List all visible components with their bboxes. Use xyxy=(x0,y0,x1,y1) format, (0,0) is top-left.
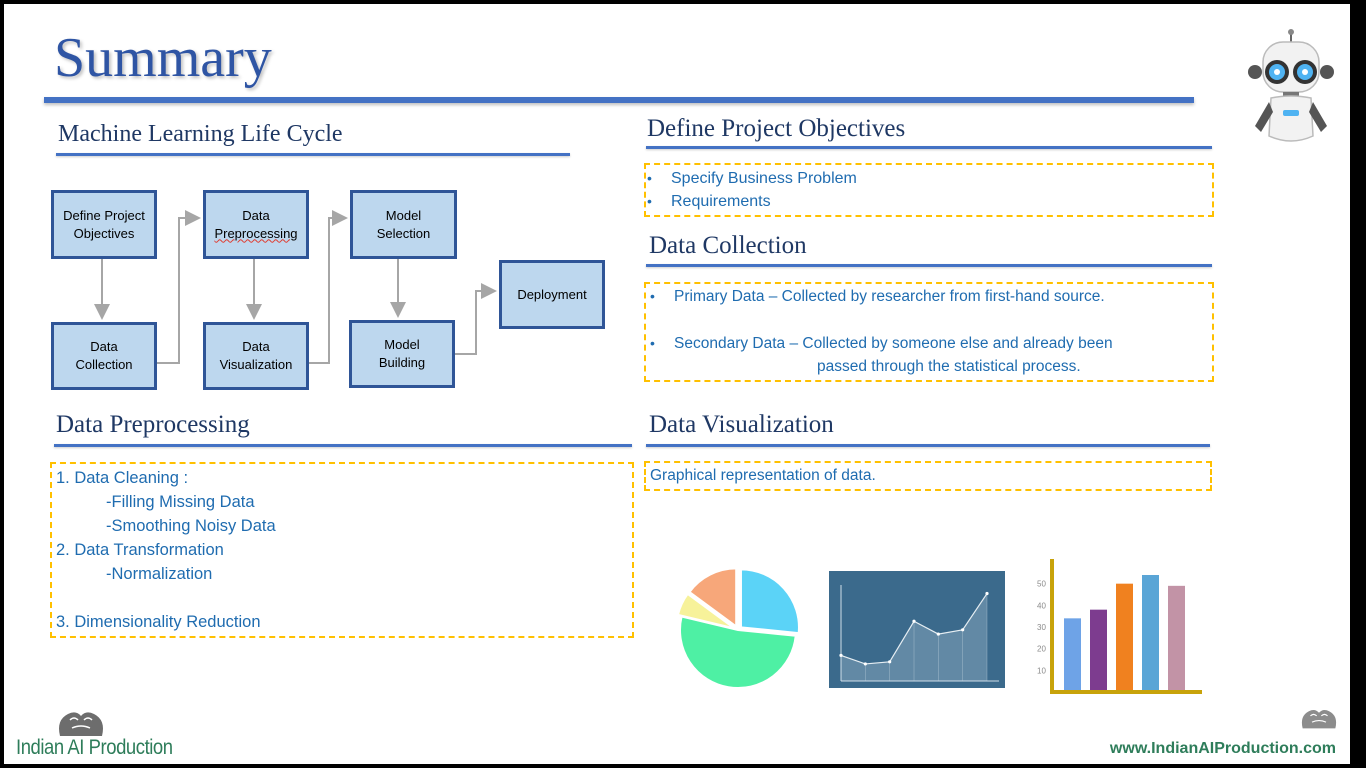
arrow-building-to-deployment xyxy=(455,283,497,355)
area-point xyxy=(888,660,892,664)
step-define-objectives: Define Project Objectives xyxy=(51,190,157,259)
bar-chart-tick-label: 50 xyxy=(1037,580,1046,589)
step-model-selection-label: Model Selection xyxy=(376,207,431,241)
step-data-preprocessing: Data Preprocessing xyxy=(203,190,309,259)
preprocessing-line: -Smoothing Noisy Data xyxy=(106,517,276,535)
bar-chart-tick-label: 20 xyxy=(1037,645,1046,654)
bar-chart-tick-label: 40 xyxy=(1037,601,1046,610)
step-define-objectives-label: Define Project Objectives xyxy=(63,207,145,241)
bullet-icon: • xyxy=(650,335,655,351)
step-deployment-label: Deployment xyxy=(517,286,587,302)
area-point xyxy=(912,619,916,623)
step-data-collection: Data Collection xyxy=(51,322,157,390)
preprocessing-line: 2. Data Transformation xyxy=(56,541,224,559)
objective-item: Requirements xyxy=(671,193,771,210)
step-data-collection-label: Data Collection xyxy=(75,339,133,372)
primary-data-text: Primary Data – Collected by researcher f… xyxy=(674,288,1105,305)
preprocessing-line: -Filling Missing Data xyxy=(106,493,255,511)
preprocessing-line: -Normalization xyxy=(106,565,213,583)
bullet-icon: • xyxy=(647,170,652,186)
secondary-data-text-line1: Secondary Data – Collected by someone el… xyxy=(674,335,1113,352)
footer-website: www.IndianAIProduction.com xyxy=(1109,740,1336,757)
arrow-visualization-to-selection xyxy=(309,210,348,364)
visualization-heading: Data Visualization xyxy=(649,411,834,438)
step-model-selection: Model Selection xyxy=(350,190,457,259)
step-data-visualization: Data Visualization xyxy=(203,322,309,390)
bar xyxy=(1168,585,1185,690)
step-model-building: Model Building xyxy=(349,320,455,388)
objective-item: Specify Business Problem xyxy=(671,170,857,187)
bar xyxy=(1116,583,1133,690)
area-chart xyxy=(829,571,1005,688)
area-point xyxy=(961,628,965,632)
brain-head-logo-icon xyxy=(1301,709,1337,729)
objectives-heading-rule xyxy=(646,146,1212,149)
preprocessing-heading-rule xyxy=(54,444,632,447)
pie-chart xyxy=(676,567,800,689)
secondary-data-text-line2: passed through the statistical process. xyxy=(817,358,1081,375)
visualization-heading-rule xyxy=(646,444,1210,447)
preprocessing-line: 3. Dimensionality Reduction xyxy=(56,613,261,631)
bar-chart-tick-label: 10 xyxy=(1037,666,1046,675)
step-model-building-label: Model Building xyxy=(378,337,426,370)
pie-slice xyxy=(739,568,800,635)
objectives-heading: Define Project Objectives xyxy=(647,115,906,142)
area-point xyxy=(863,662,867,666)
area-point xyxy=(985,591,989,596)
area-point xyxy=(839,653,843,657)
bar-chart-tick-label: 30 xyxy=(1037,623,1046,632)
step-data-preprocessing-label-1: Data xyxy=(242,207,270,223)
collection-heading: Data Collection xyxy=(649,232,807,259)
step-deployment: Deployment xyxy=(499,260,605,329)
robot-mascot-icon xyxy=(1248,29,1334,142)
bar xyxy=(1064,618,1081,690)
step-data-preprocessing-label-2: Preprocessing xyxy=(214,225,298,241)
bullet-icon: • xyxy=(647,193,652,209)
step-data-visualization-label: Data Visualization xyxy=(219,339,293,372)
footer-brand: Indian AI Production xyxy=(16,736,173,759)
bar-chart: 10 20 30 40 50 xyxy=(1037,559,1202,694)
bullet-icon: • xyxy=(650,288,655,304)
slide: Summary Machine Learning Life Cycle Defi… xyxy=(4,4,1350,764)
preprocessing-line: 1. Data Cleaning : xyxy=(56,469,189,487)
visualization-description: Graphical representation of data. xyxy=(650,467,876,484)
preprocessing-heading: Data Preprocessing xyxy=(56,411,250,438)
area-point xyxy=(936,632,940,636)
arrow-collection-to-preprocessing xyxy=(157,210,201,364)
bar xyxy=(1142,575,1159,690)
bar xyxy=(1090,609,1107,690)
collection-heading-rule xyxy=(646,264,1212,267)
